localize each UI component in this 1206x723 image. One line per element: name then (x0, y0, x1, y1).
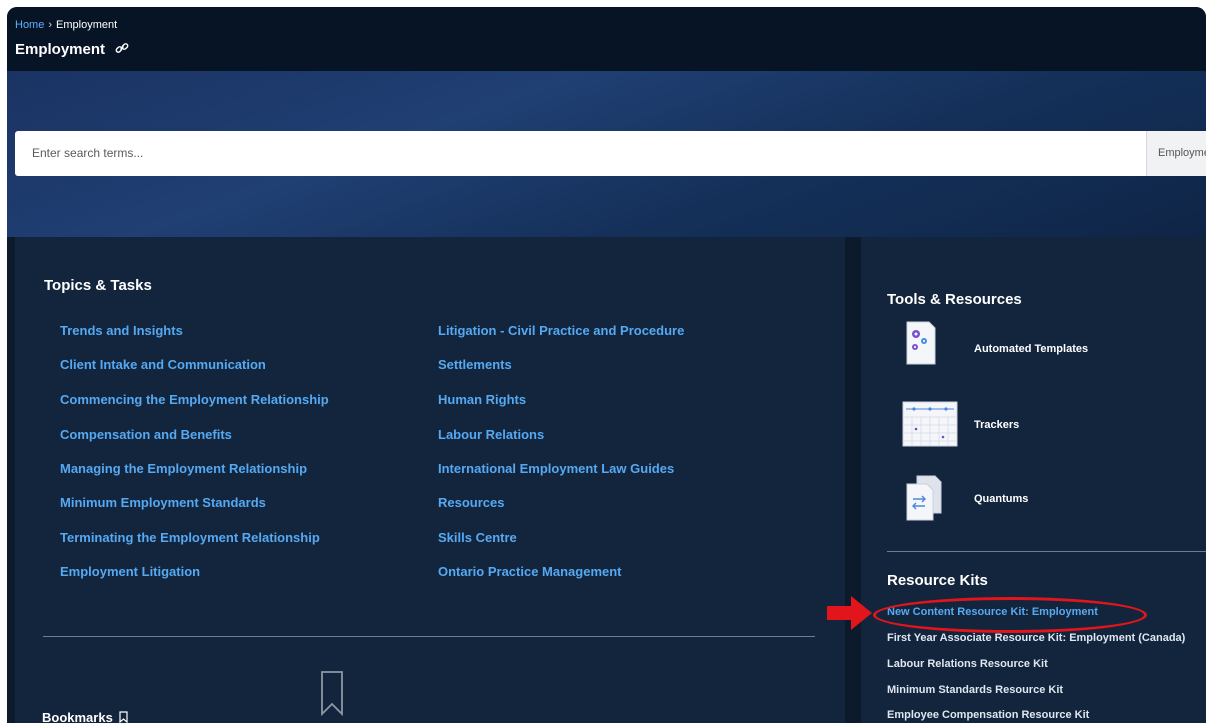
automated-templates-icon (905, 321, 937, 370)
breadcrumb: Home › Employment (15, 19, 117, 31)
bookmark-icon[interactable] (119, 711, 129, 723)
tools-heading: Tools & Resources (887, 291, 1022, 308)
bookmarks-heading: Bookmarks (42, 710, 129, 723)
breadcrumb-current: Employment (56, 19, 118, 31)
breadcrumb-home-link[interactable]: Home (15, 19, 44, 31)
breadcrumb-separator: › (48, 19, 53, 31)
trackers-icon (902, 401, 958, 452)
topic-link[interactable]: Employment Litigation (60, 564, 200, 579)
topic-link[interactable]: Trends and Insights (60, 323, 183, 338)
topics-heading: Topics & Tasks (44, 277, 152, 294)
topic-link[interactable]: Compensation and Benefits (60, 427, 232, 442)
tool-trackers[interactable]: Trackers (887, 395, 1187, 453)
section-divider (887, 551, 1206, 552)
search-scope-dropdown[interactable]: Employme (1146, 131, 1206, 176)
resource-kit-link[interactable]: New Content Resource Kit: Employment (887, 606, 1098, 618)
tool-label: Automated Templates (974, 343, 1089, 355)
topic-link[interactable]: Resources (438, 495, 504, 510)
topic-link[interactable]: Labour Relations (438, 427, 544, 442)
topic-link[interactable]: International Employment Law Guides (438, 461, 674, 476)
top-bar: Home › Employment Employment (7, 7, 1206, 71)
topic-link[interactable]: Litigation - Civil Practice and Procedur… (438, 323, 684, 338)
bookmarks-heading-text: Bookmarks (42, 710, 113, 723)
resource-kits-heading: Resource Kits (887, 572, 988, 589)
tools-panel: Tools & Resources Automated Templates Tr… (861, 237, 1206, 723)
topic-link[interactable]: Ontario Practice Management (438, 564, 622, 579)
search-input[interactable] (15, 131, 1146, 176)
resource-kit-link[interactable]: Employee Compensation Resource Kit (887, 709, 1089, 721)
resource-kit-link[interactable]: First Year Associate Resource Kit: Emplo… (887, 632, 1185, 644)
topic-link[interactable]: Minimum Employment Standards (60, 495, 266, 510)
topics-panel: Topics & Tasks Trends and Insights Clien… (15, 237, 845, 723)
bookmark-large-icon (320, 670, 344, 721)
topic-link[interactable]: Managing the Employment Relationship (60, 461, 307, 476)
tool-label: Trackers (974, 419, 1020, 431)
quantums-icon (905, 475, 943, 526)
topic-link[interactable]: Terminating the Employment Relationship (60, 530, 320, 545)
app-window: Home›Employment Employment Employme Topi… (7, 7, 1206, 723)
tool-label: Quantums (974, 493, 1029, 505)
topic-link[interactable]: Client Intake and Communication (60, 357, 266, 372)
topic-link[interactable]: Human Rights (438, 392, 526, 407)
resource-kit-link[interactable]: Minimum Standards Resource Kit (887, 684, 1063, 696)
page-title-text: Employment (15, 41, 106, 58)
topic-link[interactable]: Skills Centre (438, 530, 517, 545)
topic-link[interactable]: Commencing the Employment Relationship (60, 392, 329, 407)
page-title: Employment (15, 41, 129, 59)
section-divider (43, 636, 815, 637)
resource-kit-link[interactable]: Labour Relations Resource Kit (887, 658, 1048, 670)
link-icon[interactable] (115, 41, 129, 59)
topic-link[interactable]: Settlements (438, 357, 512, 372)
tool-automated-templates[interactable]: Automated Templates (887, 317, 1187, 375)
tool-quantums[interactable]: Quantums (887, 469, 1187, 527)
